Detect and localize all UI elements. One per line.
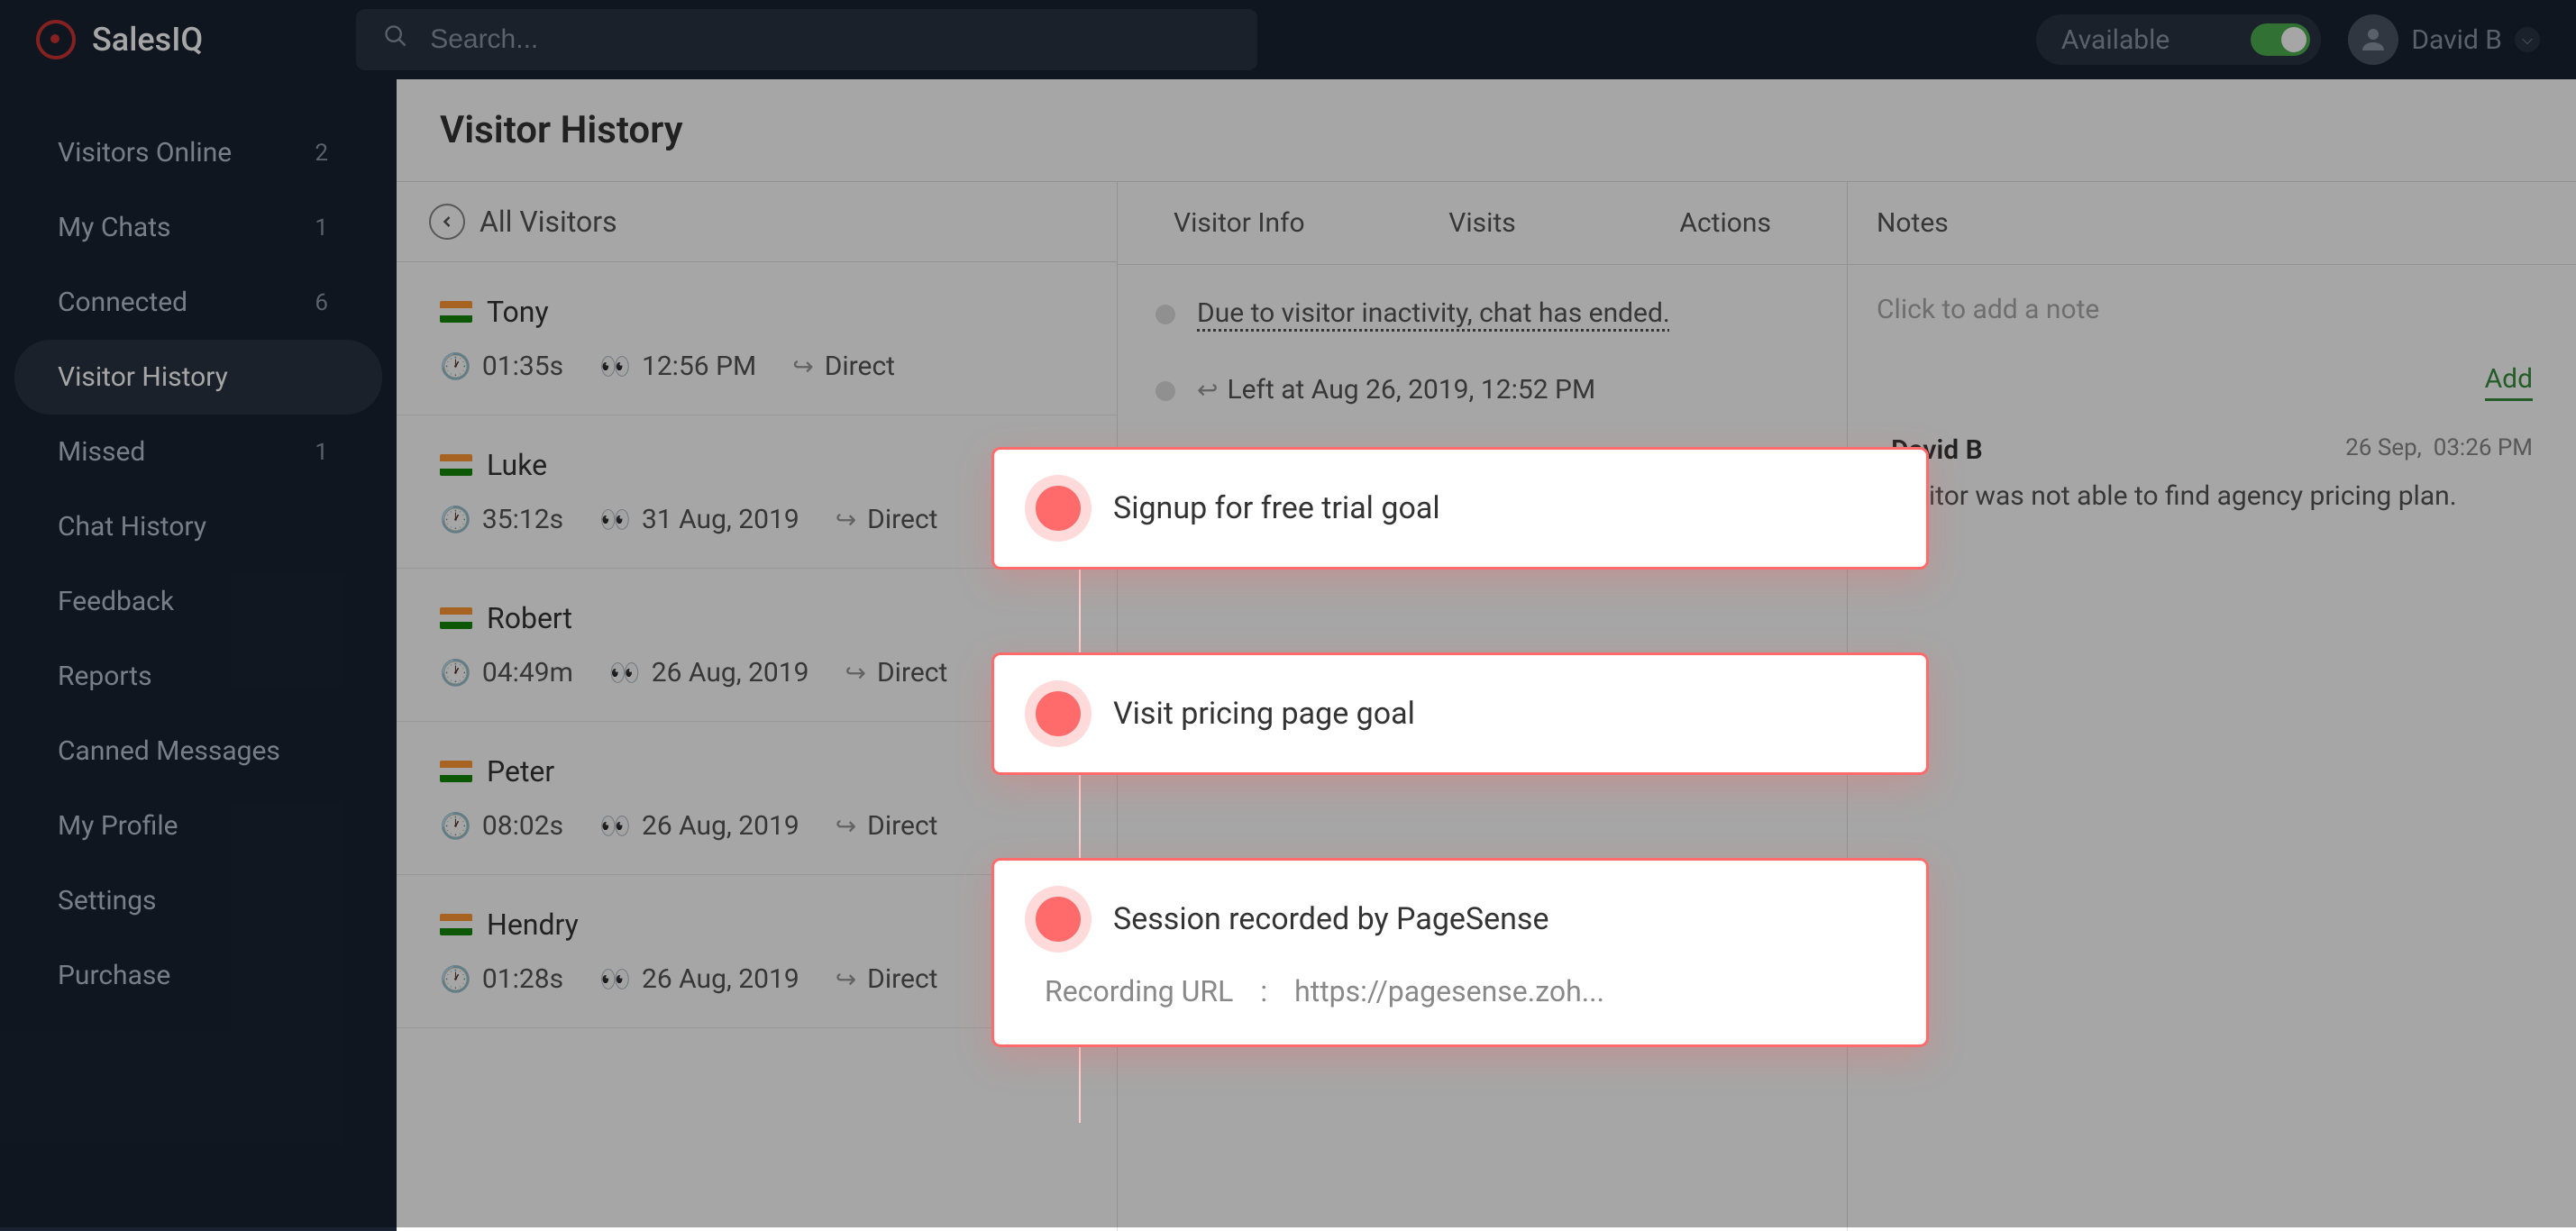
callout-signup-goal: Signup for free trial goal bbox=[991, 447, 1929, 570]
callout-dot-icon bbox=[1036, 486, 1081, 531]
callout-title: Session recorded by PageSense bbox=[1113, 901, 1549, 937]
callout-dot-icon bbox=[1036, 691, 1081, 736]
callout-pricing-goal: Visit pricing page goal bbox=[991, 652, 1929, 775]
recording-url-label: Recording URL bbox=[1045, 974, 1233, 1008]
colon: : bbox=[1260, 974, 1267, 1008]
callout-session-recorded: Session recorded by PageSense Recording … bbox=[991, 858, 1929, 1047]
callout-title: Visit pricing page goal bbox=[1113, 696, 1415, 732]
callout-dot-icon bbox=[1036, 897, 1081, 942]
callout-title: Signup for free trial goal bbox=[1113, 490, 1440, 526]
recording-url[interactable]: https://pagesense.zoh... bbox=[1294, 974, 1604, 1008]
